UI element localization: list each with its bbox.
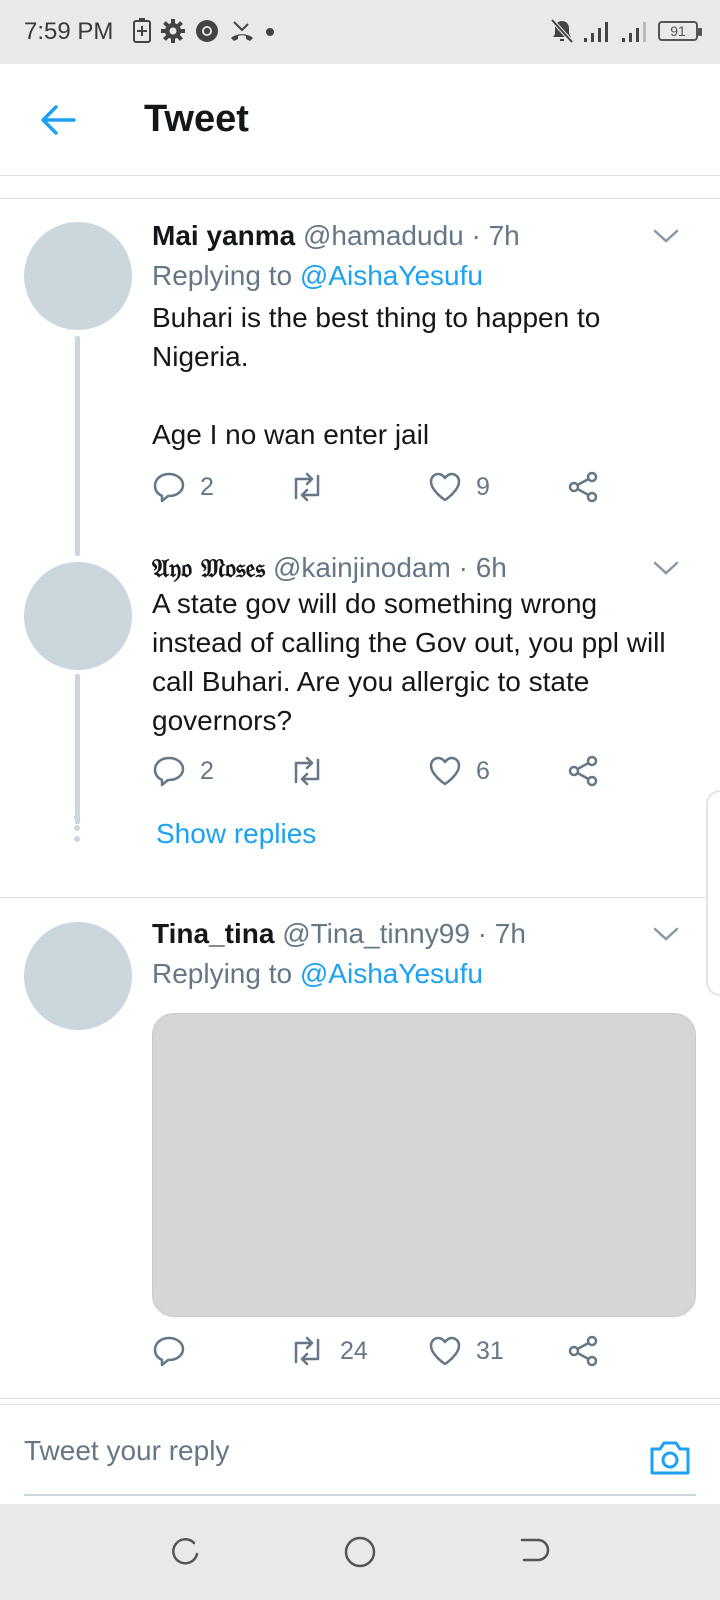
tweet-actions: 2 9 (152, 470, 632, 510)
dot-icon (266, 28, 274, 36)
tweet-text: Buhari is the best thing to happen to Ni… (152, 302, 601, 450)
retweet-icon (294, 1336, 320, 1366)
heart-icon (429, 1336, 461, 1366)
share-icon (568, 1335, 598, 1367)
thread-line (75, 336, 80, 556)
signal-icon (584, 22, 608, 42)
replying-to: Replying to @AishaYesufu (152, 258, 483, 294)
share-button[interactable] (566, 1334, 600, 1368)
back-button[interactable] (34, 96, 82, 144)
thread-dots (74, 814, 80, 842)
battery-saver-icon (133, 18, 151, 43)
system-nav-bar (0, 1504, 720, 1600)
back-icon[interactable] (516, 1534, 552, 1570)
divider (0, 1398, 720, 1399)
tweet-item[interactable]: Mai yanma @hamadudu · 7h Replying to @Ai… (0, 200, 720, 556)
arrow-left-icon (41, 105, 76, 135)
missed-call-icon (231, 21, 253, 41)
recents-icon[interactable] (166, 1534, 202, 1570)
display-name[interactable]: 𝔄𝔶𝔬 𝔐𝔬𝔰𝔢𝔰 (152, 554, 265, 584)
tweet-actions: 2 6 (152, 754, 632, 794)
heart-icon (429, 472, 461, 502)
status-icons-left (132, 18, 276, 44)
page-title: Tweet (144, 98, 249, 140)
chevron-down-icon[interactable] (652, 222, 680, 250)
tweet-item[interactable]: Tina_tina @Tina_tinny99 · 7h Replying to… (0, 898, 720, 1398)
avatar[interactable] (24, 222, 132, 330)
tweet-media-placeholder[interactable] (152, 1013, 696, 1317)
retweet-icon (294, 756, 320, 786)
tweet-header: Tina_tina @Tina_tinny99 · 7h (152, 916, 526, 952)
like-button[interactable]: 9 (428, 470, 490, 504)
chevron-down-icon[interactable] (652, 554, 680, 582)
edge-panel-handle[interactable] (706, 790, 720, 996)
separator: · (450, 552, 476, 583)
chevron-down-icon[interactable] (652, 920, 680, 948)
separator: · (463, 220, 489, 251)
tweet-actions: 24 31 (152, 1334, 632, 1374)
handle[interactable]: @Tina_tinny99 (282, 918, 470, 949)
tweet-text: A state gov will do something wrong inst… (152, 588, 674, 736)
like-button[interactable]: 6 (428, 754, 490, 788)
mention-link[interactable]: @AishaYesufu (300, 260, 483, 291)
reply-button[interactable]: 2 (152, 754, 214, 788)
retweet-count: 24 (340, 1336, 368, 1365)
mute-icon (550, 18, 574, 44)
app-header: Tweet (0, 64, 720, 176)
mention-link[interactable]: @AishaYesufu (300, 958, 483, 989)
share-icon (568, 755, 598, 787)
reply-composer: Tweet your reply (0, 1404, 720, 1504)
signal-icon (622, 22, 646, 42)
camera-icon[interactable] (648, 1435, 692, 1479)
avatar[interactable] (24, 562, 132, 670)
battery-icon: 91 (658, 21, 702, 41)
home-icon[interactable] (342, 1534, 378, 1570)
reply-input[interactable]: Tweet your reply (24, 1435, 229, 1467)
replying-to-prefix: Replying to (152, 958, 300, 989)
reply-icon (153, 1336, 185, 1367)
status-icons-right: 91 (550, 18, 702, 44)
thread-line (75, 674, 80, 824)
heart-icon (429, 756, 461, 786)
tweet-header: Mai yanma @hamadudu · 7h (152, 218, 520, 254)
like-count: 9 (476, 472, 490, 501)
show-replies-link[interactable]: Show replies (156, 818, 316, 850)
share-button[interactable] (566, 754, 600, 788)
display-name[interactable]: Tina_tina (152, 918, 274, 949)
reply-count: 2 (200, 756, 214, 785)
handle[interactable]: @kainjinodam (273, 552, 451, 583)
divider (0, 198, 720, 199)
input-underline (24, 1494, 696, 1496)
timestamp: 7h (488, 220, 520, 251)
gear-icon (161, 19, 185, 43)
status-time: 7:59 PM (24, 18, 114, 45)
display-name[interactable]: Mai yanma (152, 220, 295, 251)
tweet-item[interactable]: 𝔄𝔶𝔬 𝔐𝔬𝔰𝔢𝔰 @kainjinodam · 6h A state gov … (0, 540, 720, 880)
handle[interactable]: @hamadudu (303, 220, 464, 251)
replying-to-prefix: Replying to (152, 260, 300, 291)
timestamp: 7h (494, 918, 526, 949)
reply-button[interactable] (152, 1334, 200, 1368)
tweet-header: 𝔄𝔶𝔬 𝔐𝔬𝔰𝔢𝔰 @kainjinodam · 6h (152, 550, 507, 587)
like-count: 6 (476, 756, 490, 785)
replying-to: Replying to @AishaYesufu (152, 956, 483, 992)
reply-icon (153, 756, 185, 787)
retweet-button[interactable]: 24 (288, 1334, 368, 1368)
retweet-icon (294, 472, 320, 502)
chrome-icon (196, 20, 218, 42)
reply-icon (153, 472, 185, 503)
retweet-button[interactable] (288, 470, 340, 504)
timestamp: 6h (475, 552, 507, 583)
like-button[interactable]: 31 (428, 1334, 504, 1368)
separator: · (469, 918, 495, 949)
avatar[interactable] (24, 922, 132, 1030)
reply-button[interactable]: 2 (152, 470, 214, 504)
share-icon (568, 471, 598, 503)
share-button[interactable] (566, 470, 600, 504)
retweet-button[interactable] (288, 754, 340, 788)
like-count: 31 (476, 1336, 504, 1365)
reply-count: 2 (200, 472, 214, 501)
status-bar: 7:59 PM 91 (0, 0, 720, 64)
